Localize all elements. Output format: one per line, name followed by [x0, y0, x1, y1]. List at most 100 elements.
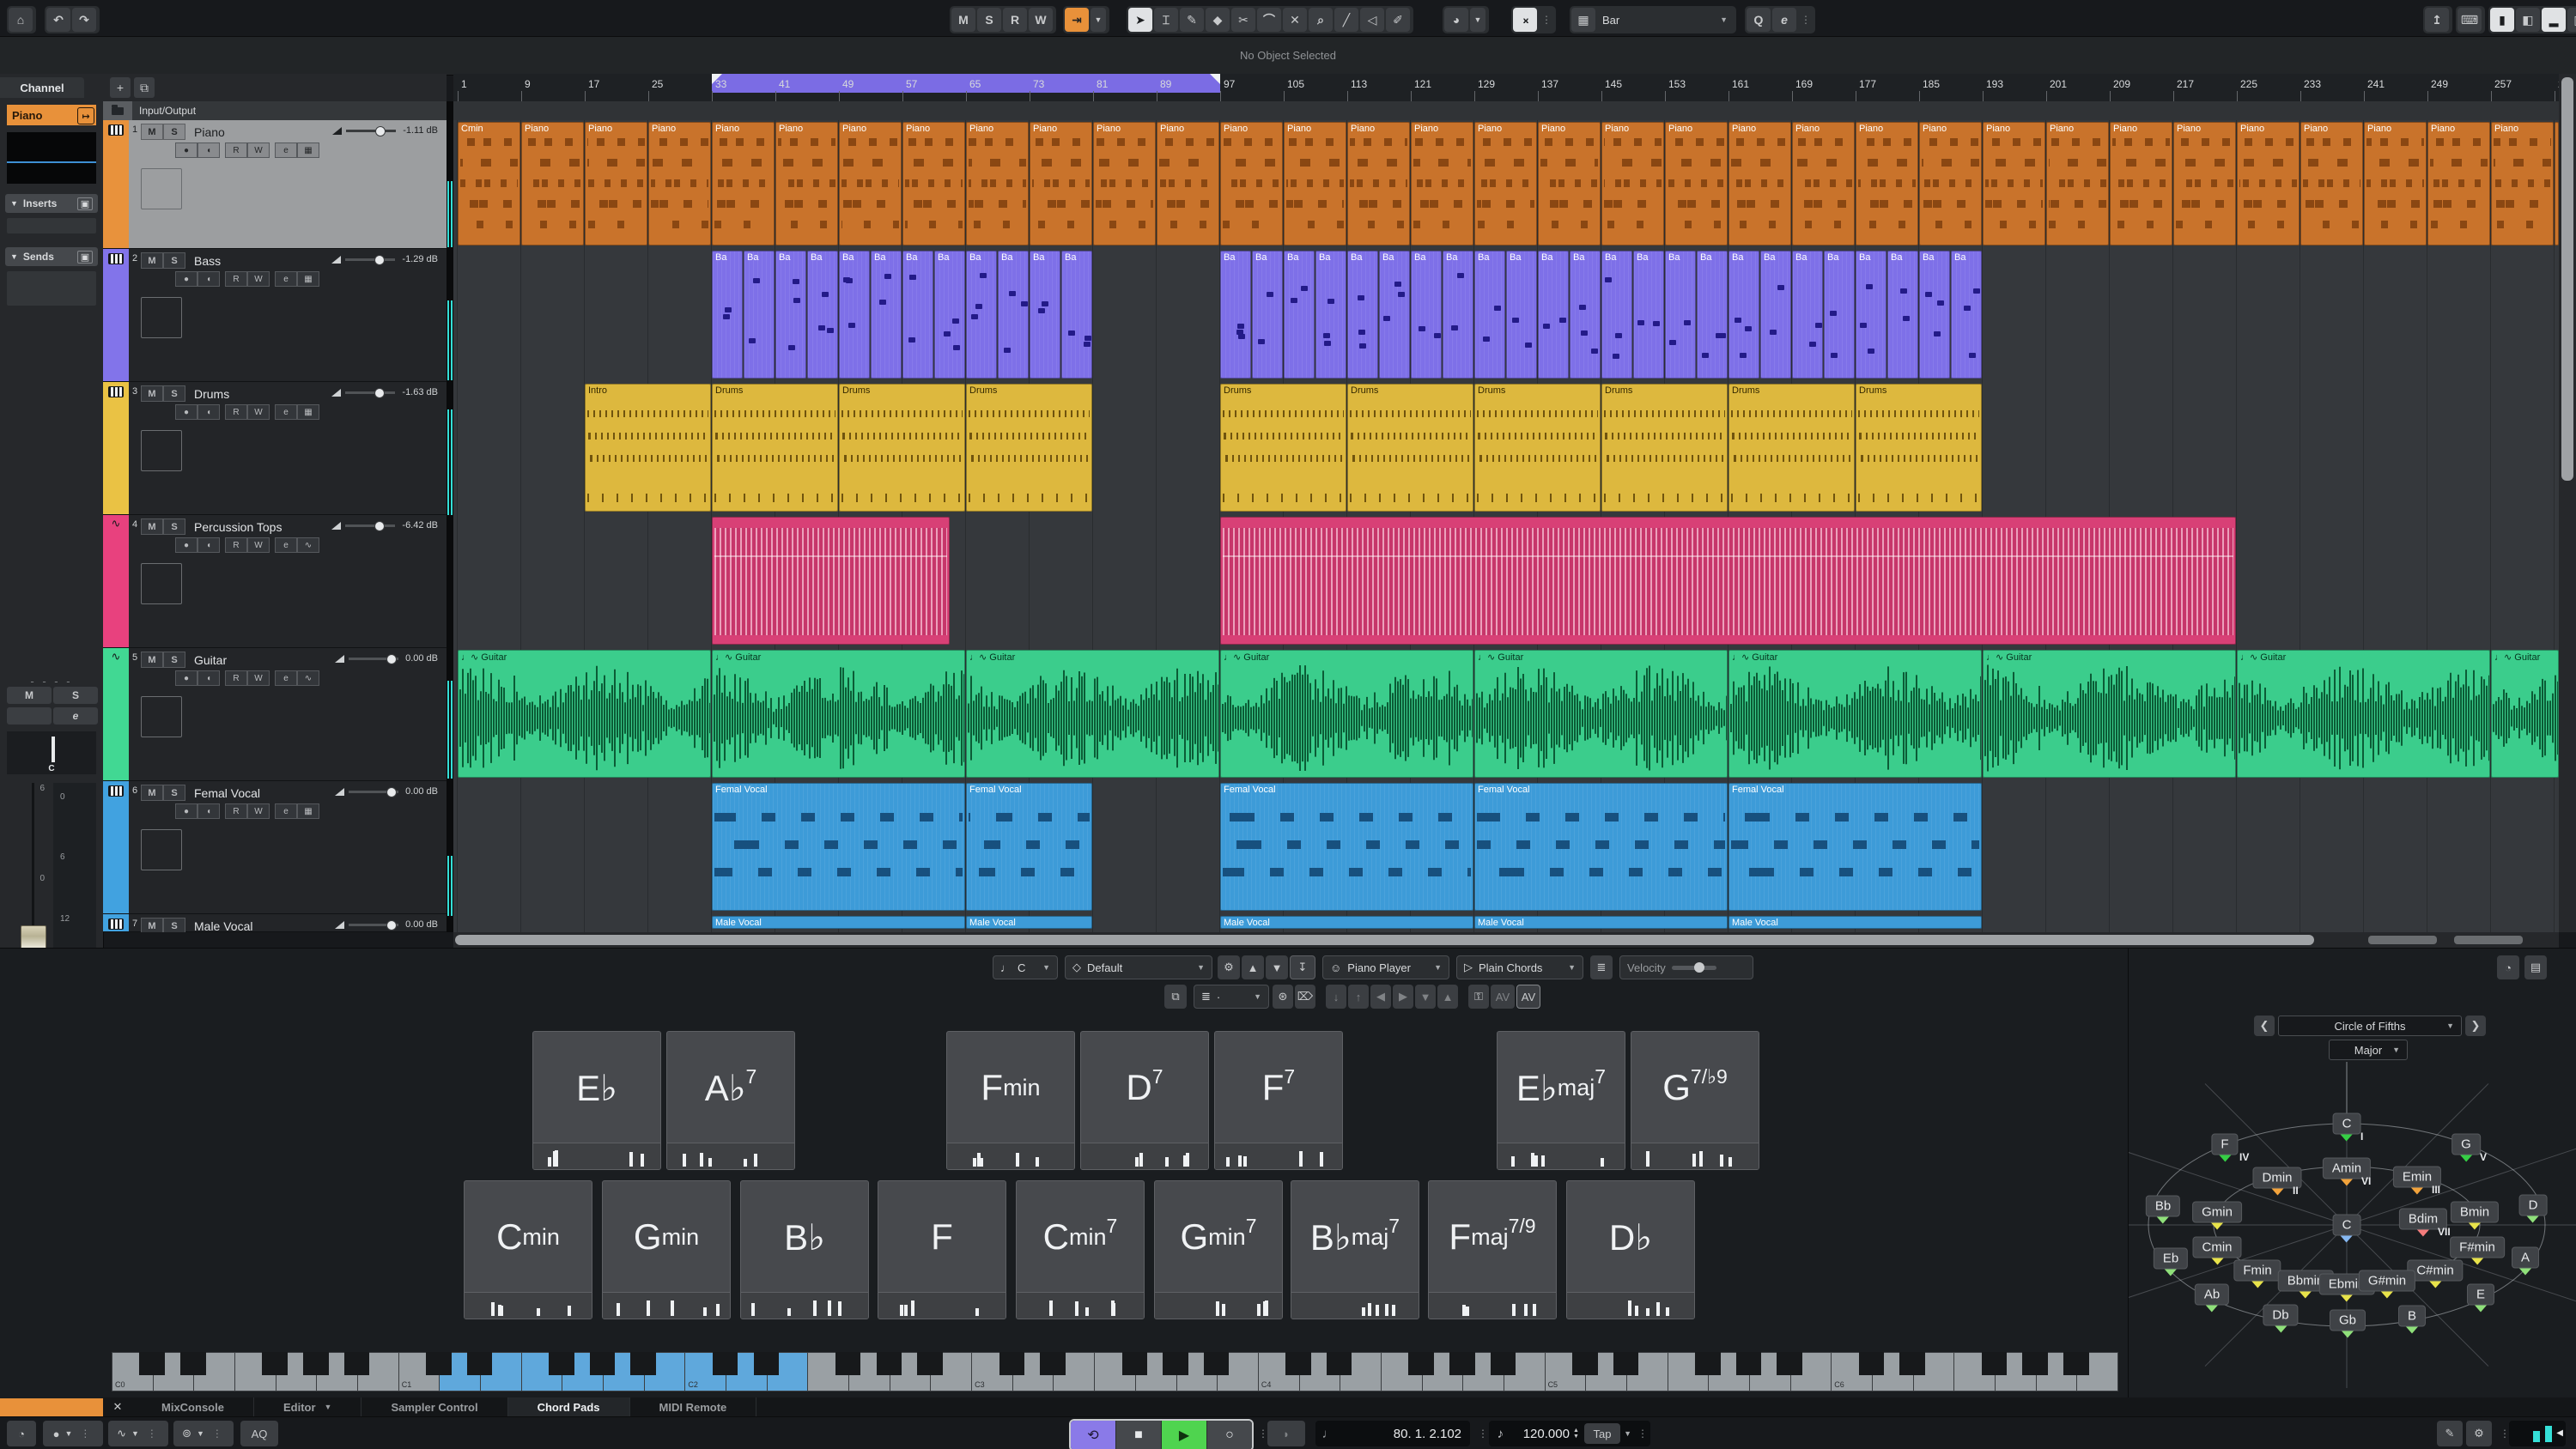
chord-pad-Bbmaj7[interactable]: B♭maj7: [1291, 1180, 1419, 1319]
clip-piano[interactable]: Piano: [585, 122, 647, 246]
clip-drums[interactable]: Drums: [839, 384, 965, 512]
track-monitor-icon[interactable]: ◖: [197, 803, 220, 819]
edit-indicator-icon[interactable]: ✎: [2437, 1421, 2463, 1446]
clip-bass[interactable]: Ba: [1792, 251, 1823, 379]
chord-pad-Ebmaj7[interactable]: E♭maj7: [1497, 1031, 1625, 1170]
clip-piano[interactable]: Piano: [1157, 122, 1219, 246]
black-key[interactable]: [1285, 1352, 1311, 1375]
global-automation-m[interactable]: M: [951, 8, 975, 32]
clip-bass[interactable]: Ba: [1887, 251, 1918, 379]
chord-pad-Db[interactable]: D♭: [1566, 1180, 1695, 1319]
track-picture[interactable]: [141, 168, 182, 209]
clip-bass[interactable]: Ba: [1919, 251, 1950, 379]
clip-drums[interactable]: Drums: [966, 384, 1092, 512]
clip-piano[interactable]: Piano: [1538, 122, 1601, 246]
circle-chord-csmin[interactable]: C#min: [2407, 1260, 2463, 1282]
volume-slider[interactable]: [349, 658, 398, 660]
zoom-tool-icon[interactable]: ⌕: [1309, 8, 1333, 32]
track-volume[interactable]: -1.29 dB: [331, 254, 438, 264]
clip-piano[interactable]: Piano: [1030, 122, 1092, 246]
black-key[interactable]: [1204, 1352, 1230, 1375]
track-volume[interactable]: 0.00 dB: [335, 919, 438, 930]
audio-activity-dropdown[interactable]: ∿▼⋮: [108, 1421, 168, 1446]
track-edit-icon[interactable]: e: [275, 670, 297, 686]
onscreen-keyboard-icon[interactable]: ⌨: [2458, 8, 2482, 32]
inserts-collapse-icon[interactable]: ▼: [10, 199, 18, 208]
track-solo-button[interactable]: S: [163, 124, 185, 140]
track-edit-icon[interactable]: e: [275, 803, 297, 819]
clip-piano[interactable]: Piano: [2491, 122, 2554, 246]
left-zone-toggle-icon[interactable]: ▮: [2490, 8, 2514, 32]
clip-bass[interactable]: Ba: [1951, 251, 1982, 379]
autoscroll-icon[interactable]: ⇥: [1065, 8, 1089, 32]
chord-pad-Eb[interactable]: E♭: [532, 1031, 661, 1170]
settings-gear-icon[interactable]: ⚙: [2466, 1421, 2492, 1446]
eq-button[interactable]: e: [1772, 8, 1796, 32]
voicing-up-icon[interactable]: ▲: [1437, 985, 1458, 1009]
track-monitor-icon[interactable]: ◖: [197, 670, 220, 686]
lock-icon[interactable]: ⚿: [1468, 985, 1489, 1009]
zoom-v-slider[interactable]: [2454, 936, 2523, 944]
clip-bass[interactable]: Ba: [998, 251, 1029, 379]
chord-pad-D7[interactable]: D7: [1080, 1031, 1209, 1170]
snap-icon[interactable]: ›‹: [1513, 8, 1537, 32]
track-read-button[interactable]: R: [225, 404, 247, 420]
clip-piano[interactable]: Piano: [2110, 122, 2172, 246]
undo-icon[interactable]: ↶: [46, 8, 70, 32]
grid-type-value[interactable]: Bar: [1602, 14, 1619, 27]
metronome-icon[interactable]: ♪: [1489, 1427, 1512, 1441]
black-key[interactable]: [303, 1352, 329, 1375]
black-key[interactable]: [1491, 1352, 1516, 1375]
clip-vocal[interactable]: Femal Vocal: [1220, 783, 1473, 911]
track-picture[interactable]: [141, 829, 182, 870]
black-key[interactable]: [1859, 1352, 1885, 1375]
insert-slot[interactable]: [7, 218, 96, 233]
clip-piano[interactable]: Piano: [1601, 122, 1664, 246]
sends-header[interactable]: ▼ Sends ▣: [5, 247, 98, 266]
clip-vocal[interactable]: Femal Vocal: [966, 783, 1092, 911]
track-edit-icon[interactable]: e: [275, 142, 297, 158]
black-key[interactable]: [1899, 1352, 1925, 1375]
track-edit-icon[interactable]: e: [275, 537, 297, 553]
shift-octave-up-icon[interactable]: ↑: [1348, 985, 1369, 1009]
circle-chord-bmin[interactable]: Bmin: [2451, 1202, 2499, 1223]
autoscroll-dropdown-icon[interactable]: ▼: [1091, 8, 1106, 32]
split-tool-icon[interactable]: ✂: [1231, 8, 1255, 32]
voicing-down-icon[interactable]: ▼: [1415, 985, 1436, 1009]
adaptive-voicing-button[interactable]: AV: [1491, 985, 1515, 1009]
assign-pad-icon[interactable]: ⊛: [1273, 985, 1293, 1009]
clip-piano[interactable]: Piano: [648, 122, 711, 246]
clip-guitar[interactable]: ♩∿ Guitar: [2237, 650, 2490, 778]
clip-vocal[interactable]: Male Vocal: [1220, 916, 1473, 929]
black-key[interactable]: [835, 1352, 861, 1375]
clip-perc[interactable]: [1220, 517, 2236, 645]
clip-drums[interactable]: Drums: [1856, 384, 1982, 512]
pan-control[interactable]: C: [7, 731, 96, 774]
divider-dashes[interactable]: - - - -: [0, 675, 103, 688]
voicing-sliders-icon[interactable]: ≣: [1590, 955, 1613, 979]
position-format-icon[interactable]: ♩: [1315, 1427, 1341, 1441]
preset-dropdown[interactable]: ◇ Default ▼: [1065, 955, 1212, 979]
chord-pad-Gmin[interactable]: Gmin: [602, 1180, 731, 1319]
clip-piano[interactable]: Piano: [1220, 122, 1283, 246]
velocity-knob[interactable]: [1694, 962, 1704, 973]
clip-bass[interactable]: Ba: [934, 251, 965, 379]
clip-piano[interactable]: Piano: [839, 122, 902, 246]
clip-bass[interactable]: Ba: [1347, 251, 1378, 379]
vertical-scroll-thumb[interactable]: [2561, 77, 2573, 481]
circle-chord-c[interactable]: C: [2333, 1113, 2361, 1135]
track-write-button[interactable]: W: [247, 803, 270, 819]
clip-vocal[interactable]: Male Vocal: [712, 916, 965, 929]
clip-bass[interactable]: Ba: [1665, 251, 1696, 379]
audio-quantize-button[interactable]: AQ: [240, 1421, 278, 1446]
black-key[interactable]: [630, 1352, 656, 1375]
clip-vocal[interactable]: Male Vocal: [1728, 916, 1982, 929]
tempo-value[interactable]: 120.000: [1512, 1427, 1570, 1441]
play-tool-icon[interactable]: ◁: [1360, 8, 1384, 32]
black-key[interactable]: [1449, 1352, 1475, 1375]
track-volume[interactable]: -6.42 dB: [331, 520, 438, 530]
clip-vocal[interactable]: Femal Vocal: [1728, 783, 1982, 911]
volume-knob[interactable]: [374, 521, 385, 531]
clip-vocal[interactable]: Femal Vocal: [712, 783, 965, 911]
tap-caret-icon[interactable]: ▼: [1624, 1429, 1631, 1438]
